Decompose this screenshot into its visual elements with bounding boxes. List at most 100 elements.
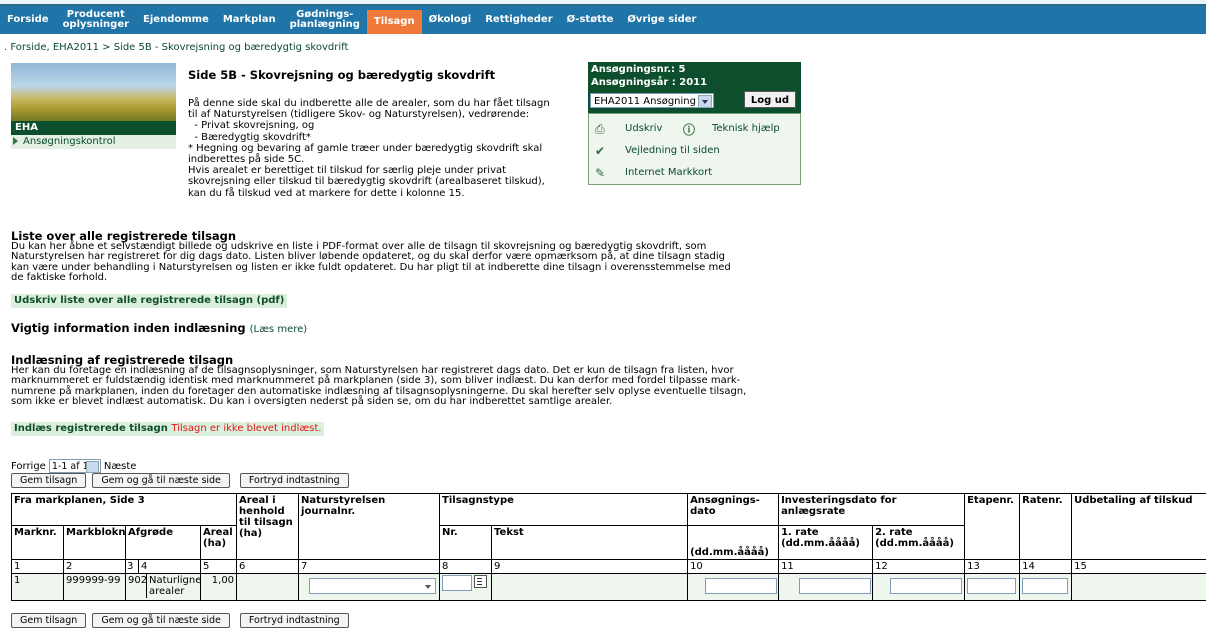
cell-block-no: 999999-99 bbox=[63, 573, 126, 601]
chevron-down-icon bbox=[425, 585, 432, 589]
header-nr: Nr. bbox=[439, 525, 493, 560]
help-icon: ⓘ bbox=[683, 123, 696, 137]
intro-line: Hvis arealet er berettiget til tilskud f… bbox=[188, 165, 507, 177]
application-number: Ansøgningsnr.: 5 bbox=[591, 64, 686, 75]
column-number: 5 bbox=[199, 559, 238, 574]
application-date-input[interactable] bbox=[705, 578, 778, 594]
cell-area: 1,00 bbox=[199, 573, 238, 601]
cell-application-date bbox=[687, 573, 780, 601]
sidebar-item-label: Ansøgningskontrol bbox=[23, 136, 116, 147]
sidebar-title: EHA bbox=[11, 121, 176, 135]
nav-item-7[interactable]: Rettigheder bbox=[478, 6, 559, 34]
breadcrumb[interactable]: . Forside, EHA2011 > Side 5B - Skovrejsn… bbox=[4, 42, 348, 53]
header-text: Tekst bbox=[491, 525, 689, 560]
main-nav: Forside Producent oplysninger Ejendomme Mar… bbox=[0, 6, 1206, 34]
button-row-top: Gem tilsagn Gem og gå til næste side For… bbox=[11, 473, 349, 488]
header-journal: Naturstyrelsen journalnr. bbox=[298, 493, 441, 560]
stage-input[interactable] bbox=[967, 578, 1017, 594]
column-number: 7 bbox=[298, 559, 441, 574]
nav-item-0[interactable]: Forside bbox=[0, 6, 56, 34]
sidebar-item-ansoegningskontrol[interactable]: Ansøgningskontrol bbox=[11, 135, 176, 149]
column-number: 15 bbox=[1071, 559, 1206, 574]
import-text-line: som ikke er blevet indlæst automatisk. D… bbox=[11, 396, 613, 408]
pen-icon: ✎ bbox=[595, 166, 606, 180]
application-box: Ansøgningsnr.: 5 Ansøgningsår : 2011 EHA… bbox=[588, 62, 801, 113]
nav-item-3[interactable]: Markplan bbox=[216, 6, 283, 34]
hero-image bbox=[11, 63, 176, 121]
intro-text: På denne side skal du indberette alle de… bbox=[188, 98, 583, 199]
pager-select-value: 1-1 af 1 bbox=[51, 461, 89, 472]
tools-panel: ⎙ Udskriv ⓘ Teknisk hjælp ✔ Vejledning t… bbox=[588, 113, 801, 185]
undo-button[interactable]: Fortryd indtastning bbox=[239, 473, 349, 488]
intro-line: skovrejsning eller tilskud til bæredygti… bbox=[188, 176, 545, 188]
cell-stage bbox=[964, 573, 1021, 601]
button-row-bottom: Gem tilsagn Gem og gå til næste side For… bbox=[11, 613, 349, 628]
column-number: 6 bbox=[236, 559, 300, 574]
intro-line: * Hegning og bevaring af gamle træer und… bbox=[188, 142, 543, 154]
nav-item-5[interactable]: Tilsagn bbox=[366, 10, 422, 34]
nav-item-9[interactable]: Øvrige sider bbox=[620, 6, 703, 34]
print-list-pdf-link[interactable]: Udskriv liste over alle registrerede til… bbox=[11, 294, 288, 308]
save-next-button[interactable]: Gem og gå til næste side bbox=[92, 473, 230, 488]
save-button[interactable]: Gem tilsagn bbox=[11, 473, 87, 488]
nr-input[interactable] bbox=[442, 575, 473, 591]
lookup-icon[interactable] bbox=[474, 575, 488, 588]
rate2-date-input[interactable] bbox=[890, 578, 963, 594]
cell-text bbox=[491, 573, 689, 601]
internet-map-link[interactable]: Internet Markkort bbox=[625, 167, 712, 178]
application-year: Ansøgningsår : 2011 bbox=[591, 77, 708, 88]
import-commitments-link[interactable]: Indlæs registrerede tilsagn bbox=[14, 423, 168, 434]
logout-button[interactable]: Log ud bbox=[744, 91, 796, 108]
cell-rate2 bbox=[872, 573, 966, 601]
column-number: 11 bbox=[778, 559, 874, 574]
nav-item-6[interactable]: Økologi bbox=[422, 6, 479, 34]
header-crop: Afgrøde bbox=[125, 525, 201, 560]
header-investment-date: Investeringsdato for anlægsrate bbox=[778, 493, 966, 526]
intro-line: til af Naturstyrelsen (tidligere Skov- o… bbox=[188, 109, 530, 121]
cell-crop-code: 902 bbox=[127, 574, 147, 598]
rate1-date-input[interactable] bbox=[799, 578, 872, 594]
header-application-date: Ansøgnings- dato bbox=[687, 493, 780, 526]
cell-crop: 902 Naturlignende arealer bbox=[125, 573, 201, 601]
header-from-fieldplan: Fra markplanen, Side 3 bbox=[10, 493, 238, 526]
column-number: 1 bbox=[11, 559, 64, 574]
nav-item-1[interactable]: Producent oplysninger bbox=[56, 6, 136, 34]
save-button[interactable]: Gem tilsagn bbox=[11, 613, 87, 628]
chevron-down-icon bbox=[85, 461, 99, 473]
intro-line: indberettes på side 5C. bbox=[188, 154, 305, 166]
pager-prev[interactable]: Forrige bbox=[11, 461, 46, 472]
chevron-down-icon bbox=[698, 95, 712, 108]
application-select[interactable]: EHA2011 Ansøgning bbox=[590, 93, 714, 108]
print-link[interactable]: Udskriv bbox=[625, 123, 662, 134]
pager: Forrige 1-1 af 1 Næste bbox=[11, 459, 136, 473]
undo-button[interactable]: Fortryd indtastning bbox=[239, 613, 349, 628]
list-text-line: de faktiske forhold. bbox=[11, 272, 108, 284]
cell-journal bbox=[298, 573, 441, 601]
nav-item-8[interactable]: Ø-støtte bbox=[560, 6, 621, 34]
nav-item-4[interactable]: Gødnings- planlægning bbox=[283, 6, 367, 34]
cell-nr bbox=[439, 573, 493, 601]
save-next-button[interactable]: Gem og gå til næste side bbox=[92, 613, 230, 628]
intro-line: - Bæredygtig skovdrift* bbox=[188, 131, 311, 143]
nav-item-2[interactable]: Ejendomme bbox=[136, 6, 216, 34]
page-guide-link[interactable]: Vejledning til siden bbox=[625, 145, 720, 156]
column-number: 13 bbox=[964, 559, 1021, 574]
column-number: 3 bbox=[125, 559, 139, 574]
important-info-title: Vigtig information inden indlæsning bbox=[11, 321, 246, 335]
technical-help-link[interactable]: Teknisk hjælp bbox=[712, 123, 780, 134]
rate-input[interactable] bbox=[1022, 578, 1069, 594]
column-number: 2 bbox=[63, 559, 126, 574]
journal-select[interactable] bbox=[309, 578, 437, 594]
read-more-link[interactable]: (Læs mere) bbox=[250, 324, 308, 335]
intro-line: kan du få tilskud ved at markere for det… bbox=[188, 187, 465, 199]
header-stage: Etapenr. bbox=[964, 493, 1021, 560]
pager-next[interactable]: Næste bbox=[104, 461, 137, 472]
import-section-text: Her kan du foretage en indlæsning af de … bbox=[11, 365, 836, 408]
pager-select[interactable]: 1-1 af 1 bbox=[48, 459, 101, 473]
application-select-value: EHA2011 Ansøgning bbox=[594, 96, 696, 107]
header-rate: Ratenr. bbox=[1019, 493, 1073, 560]
column-number: 4 bbox=[138, 559, 201, 574]
header-field-no: Marknr. bbox=[11, 525, 64, 560]
cell-payment bbox=[1071, 573, 1206, 601]
header-rate1: 1. rate (dd.mm.åååå) bbox=[778, 525, 874, 560]
